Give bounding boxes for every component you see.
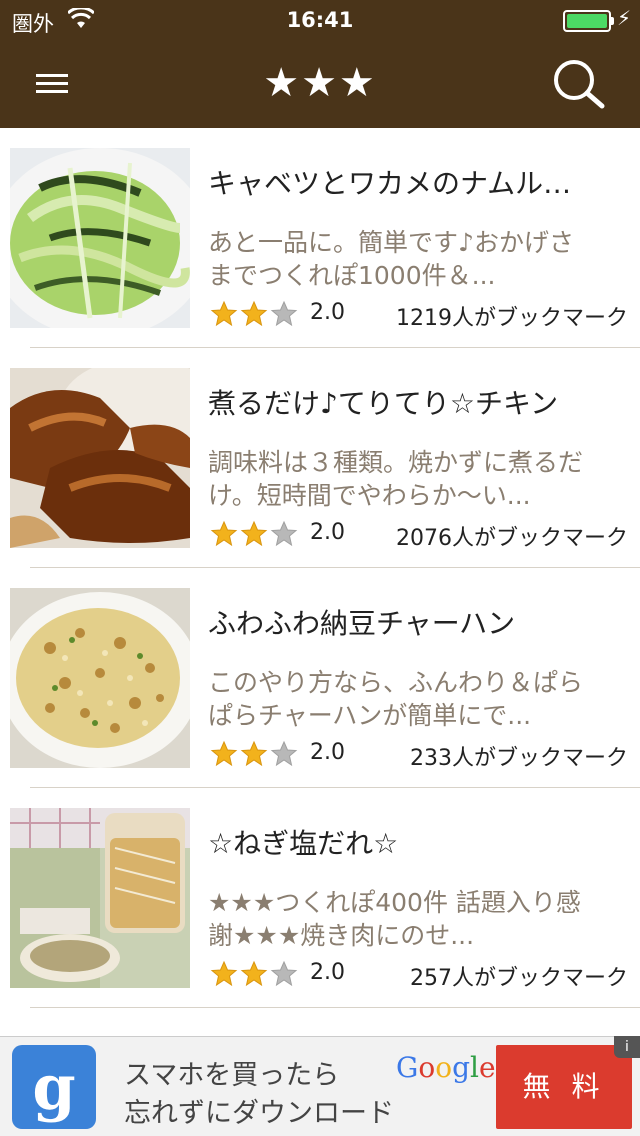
teriyaki-chicken-photo: [10, 368, 190, 548]
clock: 16:41: [286, 8, 354, 32]
bookmark-count: 233人がブックマーク: [410, 746, 628, 771]
info-icon[interactable]: i: [614, 1036, 640, 1058]
ad-install-button[interactable]: 無 料: [496, 1045, 632, 1129]
ad-banner[interactable]: g スマホを買ったら 忘れずにダウンロード Google 無 料 i: [0, 1036, 640, 1136]
ad-brand-logo: Google: [396, 1051, 496, 1084]
charging-icon: ⚡: [617, 6, 632, 30]
bookmark-count: 1219人がブックマーク: [396, 306, 628, 331]
search-icon[interactable]: [548, 56, 612, 112]
recipe-list-item[interactable]: キャベツとワカメのナムル… あと一品に。簡単です♪おかげさ までつくれぽ1000…: [0, 128, 640, 348]
star-filled-icon: [210, 740, 238, 767]
recipe-list-item[interactable]: ふわふわ納豆チャーハン このやり方なら、ふんわり＆ぱら ぱらチャーハンが簡単にで…: [0, 568, 640, 788]
star-filled-icon: [240, 300, 268, 327]
star-empty-icon: [270, 740, 298, 767]
battery-level: [567, 14, 607, 28]
recipe-description: ★★★つくれぽ400件 話題入り感 謝★★★焼き肉にのせ...: [208, 888, 581, 950]
rating-value: 2.0: [310, 300, 345, 325]
star-filled-icon: [210, 960, 238, 987]
star-filled-icon: [240, 520, 268, 547]
bookmark-count: 2076人がブックマーク: [396, 526, 628, 551]
star-empty-icon: [270, 300, 298, 327]
recipe-title: 煮るだけ♪てりてり☆チキン: [208, 387, 559, 420]
app-header: 圏外 16:41 ⚡ ★★★: [0, 0, 640, 128]
rating-value: 2.0: [310, 520, 345, 545]
star-filled-icon: [210, 300, 238, 327]
battery-tip: [611, 17, 614, 25]
bookmark-count: 257人がブックマーク: [410, 966, 628, 991]
battery-icon: [563, 10, 611, 32]
star-filled-icon: [210, 520, 238, 547]
star-filled-icon: [240, 960, 268, 987]
google-logo-letter: g: [32, 1051, 76, 1124]
page-title: ★★★: [263, 60, 377, 106]
star-empty-icon: [270, 960, 298, 987]
recipe-title: ☆ねぎ塩だれ☆: [208, 827, 399, 860]
rating-value: 2.0: [310, 740, 345, 765]
recipe-list-item[interactable]: 煮るだけ♪てりてり☆チキン 調味料は３種類。焼かずに煮るだ け。短時間でやわらか…: [0, 348, 640, 568]
divider: [30, 1007, 640, 1008]
ad-headline: スマホを買ったら: [124, 1060, 340, 1091]
recipe-title: キャベツとワカメのナムル…: [208, 167, 572, 200]
google-app-logo: g: [12, 1045, 96, 1129]
negi-shio-sauce-photo: [10, 808, 190, 988]
natto-fried-rice-photo: [10, 588, 190, 768]
recipe-description: このやり方なら、ふんわり＆ぱら ぱらチャーハンが簡単にで...: [208, 668, 584, 730]
star-filled-icon: [240, 740, 268, 767]
cabbage-wakame-namul-photo: [10, 148, 190, 328]
rating-value: 2.0: [310, 960, 345, 985]
recipe-title: ふわふわ納豆チャーハン: [208, 607, 516, 640]
recipe-description: 調味料は３種類。焼かずに煮るだ け。短時間でやわらか～い...: [208, 448, 584, 510]
recipe-list-item[interactable]: ☆ねぎ塩だれ☆ ★★★つくれぽ400件 話題入り感 謝★★★焼き肉にのせ... …: [0, 788, 640, 1008]
star-empty-icon: [270, 520, 298, 547]
recipe-description: あと一品に。簡単です♪おかげさ までつくれぽ1000件＆...: [208, 228, 574, 290]
status-bar: 圏外 16:41 ⚡: [0, 0, 640, 40]
ad-subline: 忘れずにダウンロード: [124, 1098, 394, 1129]
